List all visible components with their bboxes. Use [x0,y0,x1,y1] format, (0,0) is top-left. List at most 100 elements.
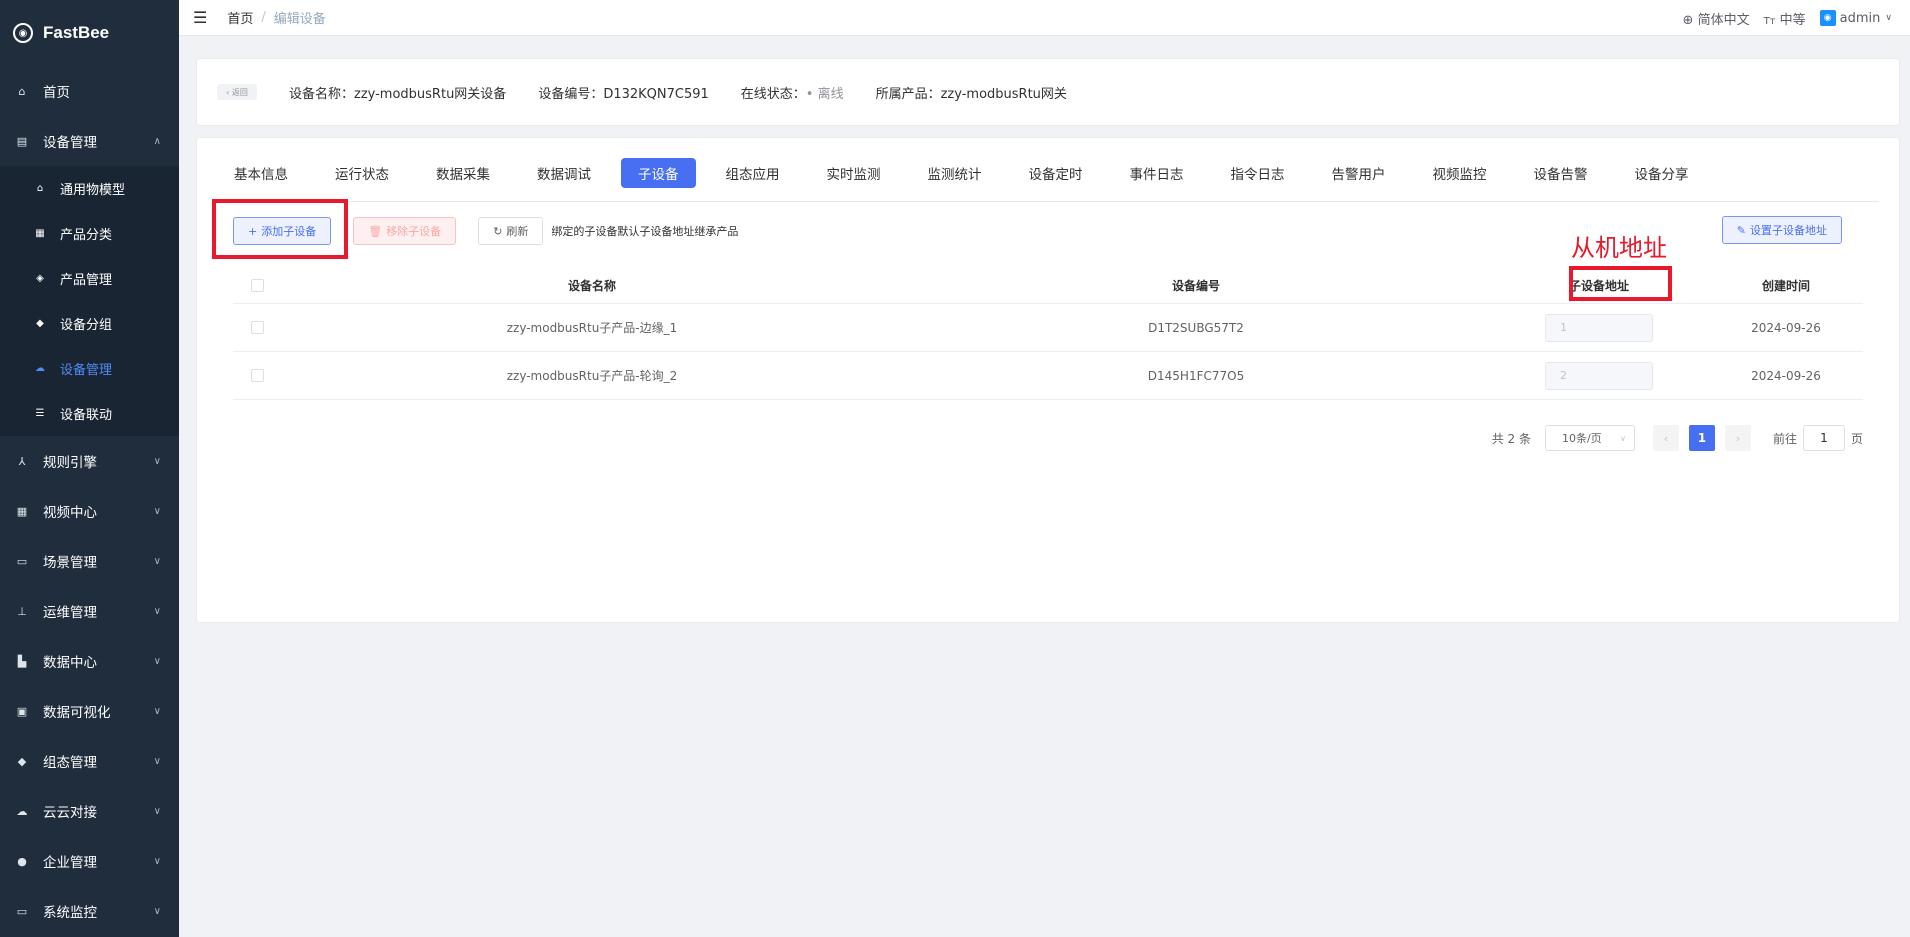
user-menu[interactable]: ◉ admin ∨ [1819,10,1892,26]
cell-device-code: D145H1FC77O5 [1147,368,1245,383]
goto-page-input[interactable]: 1 [1802,425,1845,451]
sidebar-subitem-model[interactable]: ⌂ 通用物模型 [0,166,179,211]
sub-address-input[interactable]: 1 [1545,313,1653,342]
sidebar-item-label: 规则引擎 [43,455,97,471]
chevron-down-icon: ∨ [153,655,161,667]
sidebar-subitem-label: 通用物模型 [60,183,126,198]
tab-0[interactable]: 基本信息 [217,158,305,188]
sidebar-item-label: 视频中心 [43,505,97,521]
chevron-down-icon: ∨ [1885,13,1892,23]
remove-label: 移除子设备 [386,225,442,238]
sidebar-item-scene[interactable]: ▭ 场景管理 ∨ [0,536,179,586]
chevron-down-icon: ∨ [153,605,161,617]
sidebar-subitem-device-manage[interactable]: ☁ 设备管理 [0,346,179,391]
font-size-switch[interactable]: Tт 中等 [1764,9,1806,28]
sidebar-item-label: 组态管理 [43,755,97,771]
tab-6[interactable]: 实时监测 [810,158,898,188]
edit-icon: ✎ [1736,223,1746,237]
select-all-checkbox[interactable] [250,279,264,292]
tab-5[interactable]: 组态应用 [709,158,797,188]
tab-3[interactable]: 数据调试 [520,158,608,188]
sub-address-input[interactable]: 2 [1545,361,1653,390]
chevron-down-icon: ∨ [153,455,161,467]
sidebar-item-label: 企业管理 [43,855,97,871]
status-label: 在线状态： [740,86,806,102]
tab-14[interactable]: 设备分享 [1618,158,1706,188]
monitor-icon: ▭ [16,904,28,918]
sidebar-item-enterprise[interactable]: ● 企业管理 ∨ [0,836,179,886]
table-row[interactable]: zzy-modbusRtu子产品-轮询_2 D145H1FC77O5 2 2024-0… [233,352,1863,400]
trash-icon: 🗑 [368,224,383,238]
sidebar-item-visual[interactable]: ▣ 数据可视化 ∨ [0,686,179,736]
cell-created-time: 2024-09-26 [1751,368,1821,383]
annotation-slave-address: 从机地址 [1571,234,1667,262]
page-number-active[interactable]: 1 [1688,425,1715,451]
goto-prefix: 前往 [1772,431,1797,446]
remove-sub-device-button[interactable]: 🗑 移除子设备 [353,217,457,245]
set-sub-device-address-button[interactable]: ✎ 设置子设备地址 [1721,216,1842,244]
sidebar-subitem-linkage[interactable]: ☰ 设备联动 [0,391,179,436]
cell-device-name: zzy-modbusRtu子产品-边缘_1 [506,321,678,335]
app-logo[interactable]: ◉ FastBee [0,0,179,66]
highlight-add-button [212,199,348,259]
sidebar-subitem-product[interactable]: ◈ 产品管理 [0,256,179,301]
cell-created-time: 2024-09-26 [1751,320,1821,335]
user-name: admin [1839,10,1881,26]
breadcrumb-home[interactable]: 首页 [227,8,253,27]
sidebar-item-home[interactable]: ⌂ 首页 [0,66,179,116]
sidebar-item-device[interactable]: ▤ 设备管理 ∧ [0,116,179,166]
sidebar-item-cloud[interactable]: ☁ 云云对接 ∨ [0,786,179,836]
chevron-down-icon: ∨ [153,805,161,817]
sidebar-item-monitor[interactable]: ▭ 系统监控 ∨ [0,886,179,936]
inherit-tip: 绑定的子设备默认子设备地址继承产品 [551,225,739,238]
device-status: 在线状态：• 离线 [741,83,844,102]
sidebar-subitem-group[interactable]: ◆ 设备分组 [0,301,179,346]
tab-11[interactable]: 告警用户 [1315,158,1403,188]
sidebar-subitem-label: 设备分组 [60,318,113,333]
sidebar-item-rule[interactable]: ⅄ 规则引擎 ∨ [0,436,179,486]
header-device-name[interactable]: 设备名称 [281,277,903,294]
table-row[interactable]: zzy-modbusRtu子产品-边缘_1 D1T2SUBG57T2 1 2024-0… [233,304,1863,352]
page-size-select[interactable]: 10条/页 ∨ [1544,425,1635,451]
chevron-right-icon: › [1735,431,1741,445]
tab-13[interactable]: 设备告警 [1517,158,1605,188]
status-badge: • 离线 [805,86,844,102]
device-manage-icon: ☁ [35,363,45,374]
tab-8[interactable]: 设备定时 [1012,158,1100,188]
tab-7[interactable]: 监测统计 [911,158,999,188]
scene-icon: ▭ [16,554,28,568]
chevron-down-icon: ∨ [1620,433,1626,443]
fastbee-logo-icon: ◉ [13,23,33,43]
hamburger-icon[interactable]: ☰ [193,8,207,27]
back-button[interactable]: ‹ 返回 [217,84,257,100]
prev-page-button[interactable]: ‹ [1652,425,1679,451]
product-icon: ◈ [36,273,44,284]
cell-device-code: D1T2SUBG57T2 [1148,320,1244,335]
tab-10[interactable]: 指令日志 [1214,158,1302,188]
sidebar-item-config[interactable]: ◆ 组态管理 ∨ [0,736,179,786]
device-name: 设备名称：zzy-modbusRtu网关设备 [289,86,507,102]
language-switch[interactable]: ⊕ 简体中文 [1683,9,1750,28]
rule-icon: ⅄ [18,454,26,468]
avatar: ◉ [1819,10,1836,26]
header-device-code[interactable]: 设备编号 [903,277,1489,294]
sidebar-subitem-category[interactable]: ▦ 产品分类 [0,211,179,256]
set-address-label: 设置子设备地址 [1750,224,1827,237]
sidebar-item-data-center[interactable]: ▙ 数据中心 ∨ [0,636,179,686]
header-created-time[interactable]: 创建时间 [1709,277,1863,294]
sidebar-item-ops[interactable]: ⊥ 运维管理 ∨ [0,586,179,636]
chevron-left-icon: ‹ [1663,431,1669,445]
tab-1[interactable]: 运行状态 [318,158,406,188]
tab-2[interactable]: 数据采集 [419,158,507,188]
tab-9[interactable]: 事件日志 [1113,158,1201,188]
tab-12[interactable]: 视频监控 [1416,158,1504,188]
refresh-button[interactable]: ↻ 刷新 [478,217,544,245]
next-page-button[interactable]: › [1724,425,1751,451]
row-checkbox[interactable] [250,369,264,382]
tab-4[interactable]: 子设备 [621,158,696,188]
device-product: 所属产品：zzy-modbusRtu网关 [875,86,1067,102]
sidebar-item-label: 数据中心 [43,655,97,671]
device-icon: ▤ [16,134,28,148]
row-checkbox[interactable] [250,321,264,334]
sidebar-item-video[interactable]: ▦ 视频中心 ∨ [0,486,179,536]
